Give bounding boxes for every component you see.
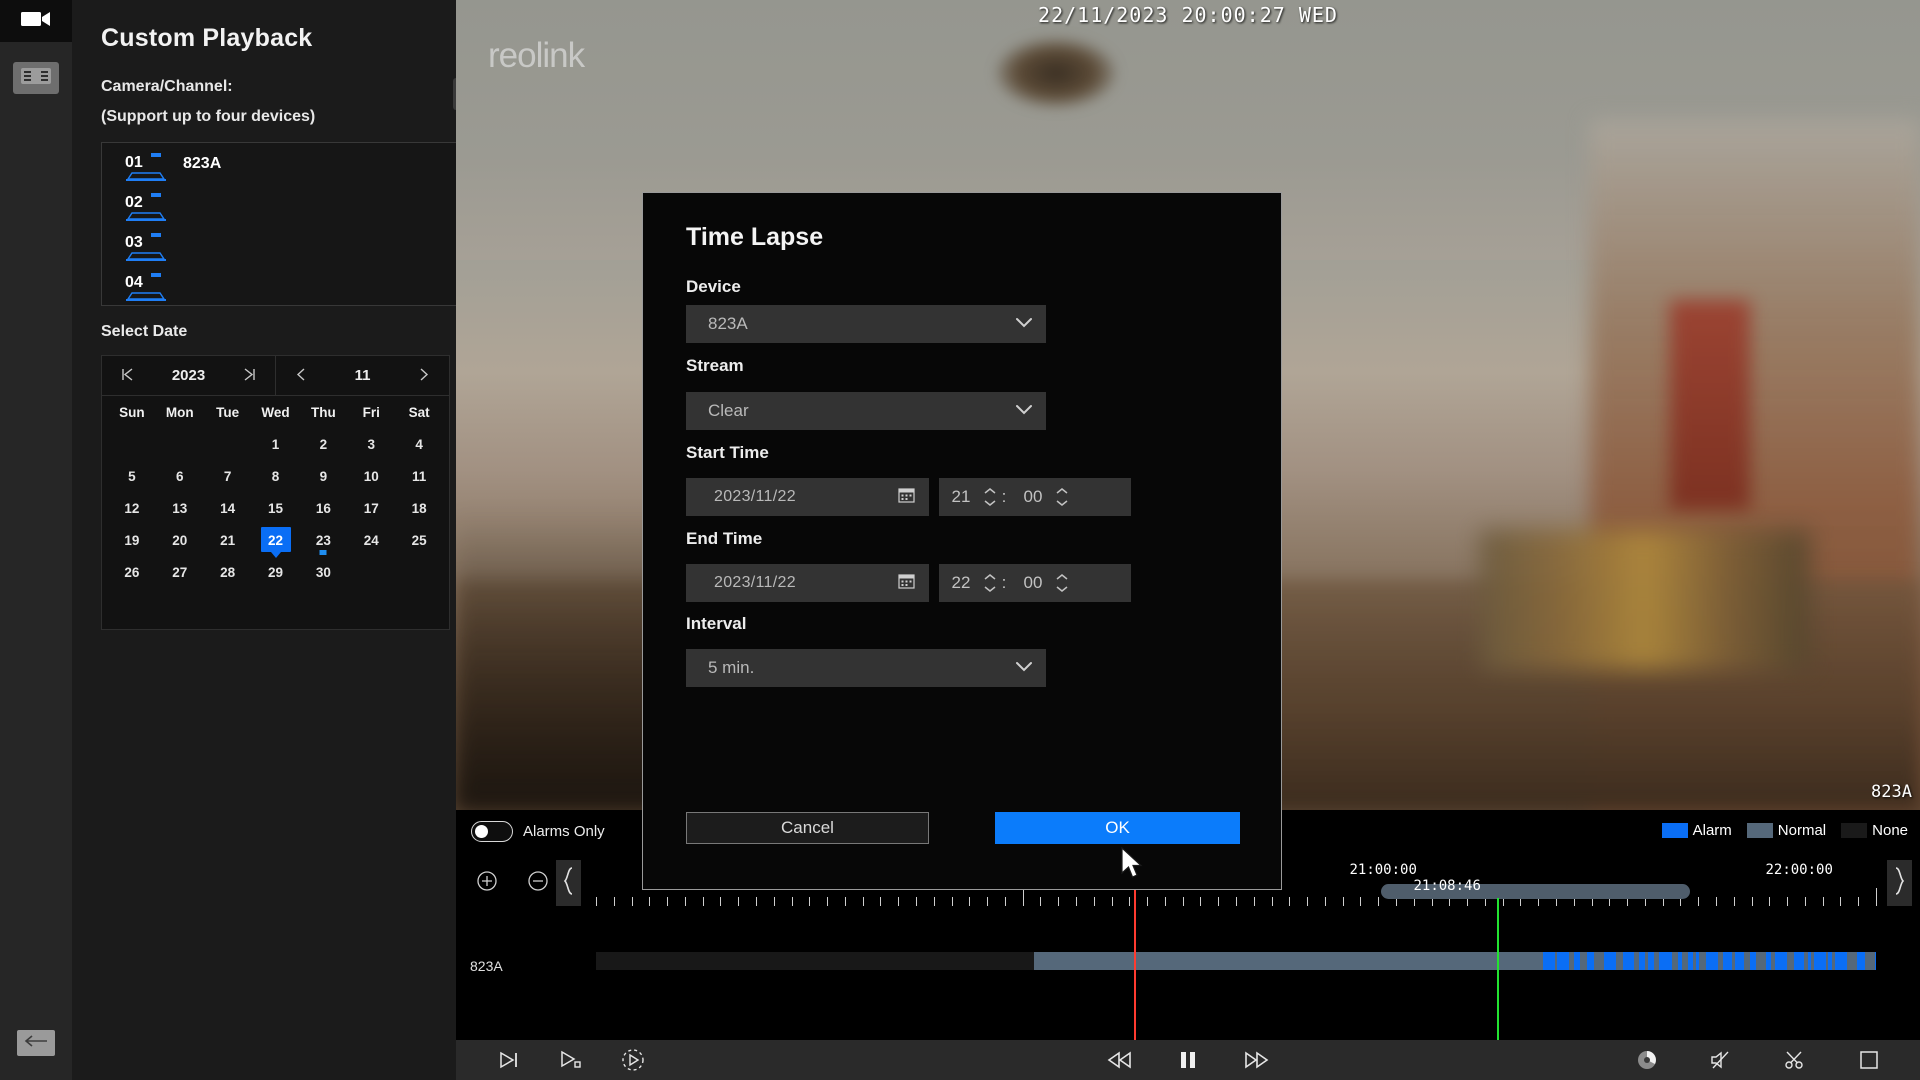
calendar-icon[interactable]: [898, 486, 915, 508]
start-date-field[interactable]: 2023/11/22: [686, 478, 929, 516]
end-time-label: End Time: [686, 529, 763, 548]
time-lapse-dialog: Time Lapse Device 823A Stream Clear Star…: [642, 192, 1282, 890]
start-hour-stepper[interactable]: [983, 487, 997, 507]
device-label: Device: [686, 277, 741, 296]
interval-label: Interval: [686, 614, 747, 633]
end-date-field[interactable]: 2023/11/22: [686, 564, 929, 602]
start-minute-value[interactable]: 00: [1011, 487, 1055, 507]
playback-app: Custom Playback Camera/Channel: (Support…: [0, 0, 1920, 1080]
chevron-down-icon: [1014, 315, 1034, 333]
end-hour-value[interactable]: 22: [939, 573, 983, 593]
end-hour-stepper[interactable]: [983, 573, 997, 593]
time-separator: :: [1001, 573, 1007, 592]
interval-value: 5 min.: [708, 658, 755, 677]
interval-select[interactable]: 5 min.: [686, 649, 1046, 687]
start-time-label: Start Time: [686, 443, 769, 462]
device-value: 823A: [708, 314, 748, 333]
calendar-icon[interactable]: [898, 572, 915, 594]
chevron-down-icon: [1014, 402, 1034, 420]
start-date-value: 2023/11/22: [714, 488, 796, 505]
end-minute-stepper[interactable]: [1055, 573, 1069, 593]
cancel-button[interactable]: Cancel: [686, 812, 929, 844]
dialog-title: Time Lapse: [686, 223, 824, 251]
ok-button[interactable]: OK: [995, 812, 1240, 844]
time-separator: :: [1001, 487, 1007, 506]
chevron-down-icon: [1014, 659, 1034, 677]
start-minute-stepper[interactable]: [1055, 487, 1069, 507]
end-date-value: 2023/11/22: [714, 574, 796, 591]
start-hour-value[interactable]: 21: [939, 487, 983, 507]
start-time-field[interactable]: 21 : 00: [939, 478, 1131, 516]
modal-layer: Time Lapse Device 823A Stream Clear Star…: [0, 0, 1920, 1080]
device-select[interactable]: 823A: [686, 305, 1046, 343]
cancel-button-label: Cancel: [781, 818, 834, 837]
end-time-field[interactable]: 22 : 00: [939, 564, 1131, 602]
end-minute-value[interactable]: 00: [1011, 573, 1055, 593]
stream-select[interactable]: Clear: [686, 392, 1046, 430]
stream-label: Stream: [686, 356, 744, 375]
stream-value: Clear: [708, 401, 749, 420]
ok-button-label: OK: [1105, 818, 1130, 837]
calendar-day-label: 22: [267, 532, 284, 548]
